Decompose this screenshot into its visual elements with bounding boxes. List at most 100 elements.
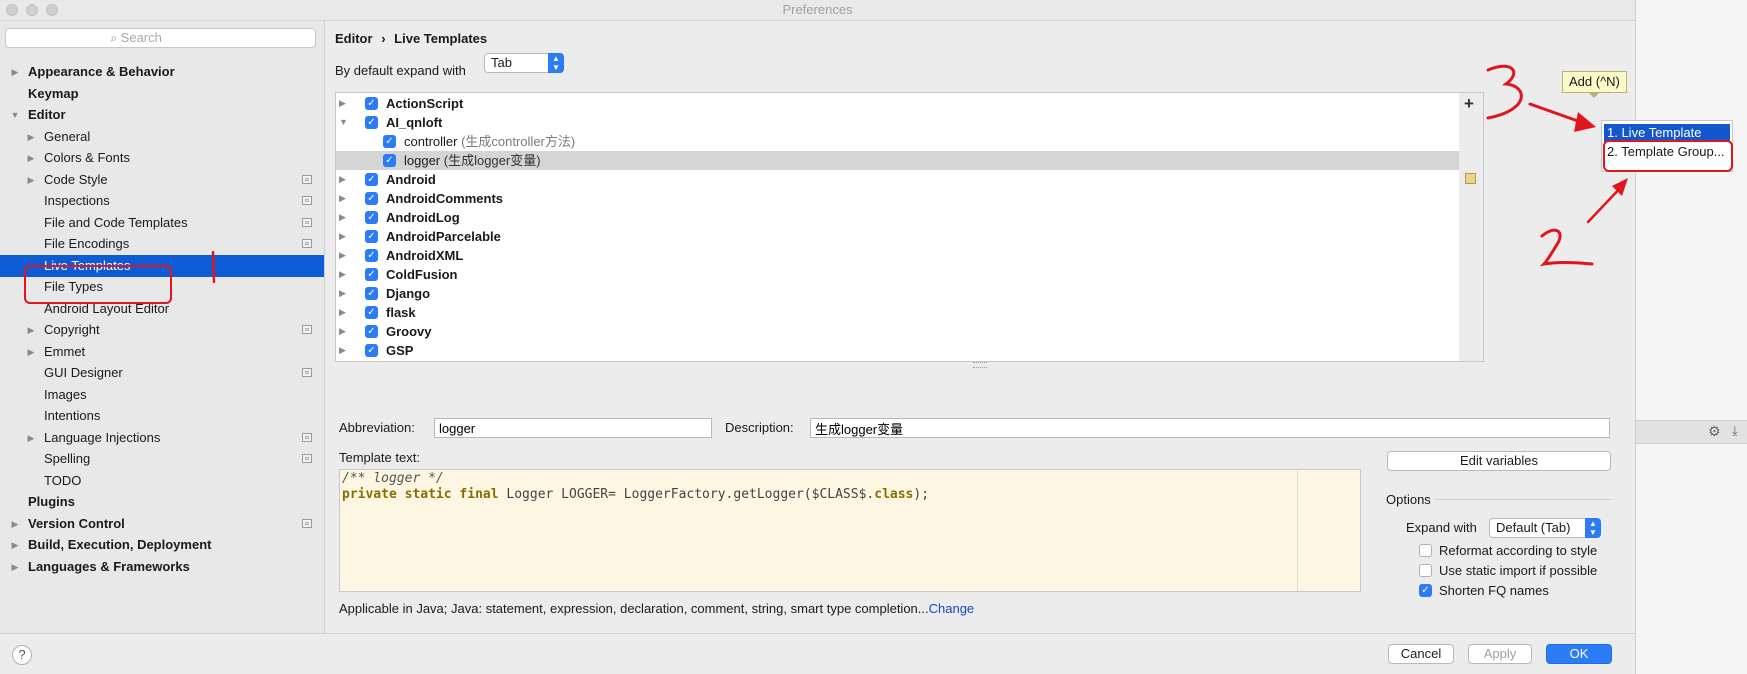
project-scope-icon xyxy=(302,432,312,442)
sidebar-item-emmet[interactable]: ▶ Emmet xyxy=(0,341,324,363)
template-checkbox[interactable]: ✓ xyxy=(365,173,378,186)
template-checkbox[interactable]: ✓ xyxy=(365,287,378,300)
sidebar-item-code-style[interactable]: ▶ Code Style xyxy=(0,169,324,191)
template-description: (生成controller方法) xyxy=(457,134,576,149)
sidebar-item-spelling[interactable]: Spelling xyxy=(0,448,324,470)
template-checkbox[interactable]: ✓ xyxy=(365,230,378,243)
sidebar-item-plugins[interactable]: Plugins xyxy=(0,491,324,513)
expand-with-select[interactable]: Default (Tab) ▲ ▼ xyxy=(1489,518,1601,538)
chevron-down-icon[interactable]: ▼ xyxy=(339,113,348,132)
templates-tree[interactable]: ▶ ✓ ActionScript ▼ ✓ AI_qnloft ✓ controller (生成… xyxy=(335,92,1461,362)
sidebar-item-gui-designer[interactable]: GUI Designer xyxy=(0,362,324,384)
template-row[interactable]: ✓ logger (生成logger变量) xyxy=(336,151,1460,170)
sidebar-item-colors-fonts[interactable]: ▶ Colors & Fonts xyxy=(0,147,324,169)
template-checkbox[interactable]: ✓ xyxy=(365,97,378,110)
apply-button[interactable]: Apply xyxy=(1468,644,1532,664)
template-group-row[interactable]: ▶ ✓ AndroidXML xyxy=(336,246,1460,265)
chevron-right-icon[interactable]: ▶ xyxy=(339,208,346,227)
template-checkbox[interactable]: ✓ xyxy=(365,306,378,319)
chevron-right-icon[interactable]: ▶ xyxy=(339,360,346,361)
change-contexts-link[interactable]: Change xyxy=(929,601,975,616)
sidebar-item-file-and-code-templates[interactable]: File and Code Templates xyxy=(0,212,324,234)
sidebar-item-inspections[interactable]: Inspections xyxy=(0,190,324,212)
chevron-right-icon[interactable]: ▶ xyxy=(26,341,36,363)
template-group-row[interactable]: ▶ ✓ GSP xyxy=(336,341,1460,360)
chevron-right-icon[interactable]: ▶ xyxy=(26,126,36,148)
chevron-right-icon[interactable]: ▶ xyxy=(339,227,346,246)
template-group-row[interactable]: ▶ ✓ AndroidParcelable xyxy=(336,227,1460,246)
sidebar-item-images[interactable]: Images xyxy=(0,384,324,406)
template-group-row[interactable]: ▶✓html/xml xyxy=(336,360,1460,361)
ok-button[interactable]: OK xyxy=(1546,644,1612,664)
search-input[interactable] xyxy=(120,30,211,45)
copy-icon[interactable] xyxy=(1465,173,1476,184)
template-checkbox[interactable]: ✓ xyxy=(365,344,378,357)
template-group-row[interactable]: ▶ ✓ flask xyxy=(336,303,1460,322)
template-group-row[interactable]: ▼ ✓ AI_qnloft xyxy=(336,113,1460,132)
chevron-right-icon[interactable]: ▶ xyxy=(339,322,346,341)
template-group-row[interactable]: ▶ ✓ ActionScript xyxy=(336,94,1460,113)
template-checkbox[interactable]: ✓ xyxy=(365,116,378,129)
sidebar-item-copyright[interactable]: ▶ Copyright xyxy=(0,319,324,341)
sidebar-item-appearance-behavior[interactable]: ▶ Appearance & Behavior xyxy=(0,61,324,83)
zoom-window-button[interactable] xyxy=(46,4,58,16)
template-checkbox[interactable]: ✓ xyxy=(383,154,396,167)
template-checkbox[interactable]: ✓ xyxy=(383,135,396,148)
template-group-row[interactable]: ▶ ✓ Groovy xyxy=(336,322,1460,341)
sidebar-item-intentions[interactable]: Intentions xyxy=(0,405,324,427)
sidebar-item-todo[interactable]: TODO xyxy=(0,470,324,492)
template-text-editor[interactable]: /** logger */ private static final Logge… xyxy=(339,469,1361,592)
template-checkbox[interactable]: ✓ xyxy=(365,268,378,281)
minimize-window-button[interactable] xyxy=(26,4,38,16)
option-checkbox[interactable] xyxy=(1419,564,1432,577)
chevron-right-icon[interactable]: ▶ xyxy=(339,341,346,360)
settings-search[interactable]: ⌕ xyxy=(5,28,316,48)
sidebar-item-version-control[interactable]: ▶ Version Control xyxy=(0,513,324,535)
chevron-right-icon[interactable]: ▶ xyxy=(339,94,346,113)
template-checkbox[interactable]: ✓ xyxy=(365,211,378,224)
description-field[interactable] xyxy=(810,418,1610,438)
template-group-row[interactable]: ▶ ✓ ColdFusion xyxy=(336,265,1460,284)
default-expand-select[interactable]: Tab ▲ ▼ xyxy=(484,53,564,73)
sidebar-item-language-injections[interactable]: ▶ Language Injections xyxy=(0,427,324,449)
chevron-right-icon[interactable]: ▶ xyxy=(10,556,20,578)
chevron-right-icon[interactable]: ▶ xyxy=(339,170,346,189)
sidebar-item-languages-frameworks[interactable]: ▶ Languages & Frameworks xyxy=(0,556,324,578)
template-group-row[interactable]: ▶ ✓ AndroidLog xyxy=(336,208,1460,227)
chevron-down-icon[interactable]: ▼ xyxy=(10,104,20,126)
template-name: logger xyxy=(404,153,441,168)
sidebar-item-editor[interactable]: ▼ Editor xyxy=(0,104,324,126)
cancel-button[interactable]: Cancel xyxy=(1388,644,1454,664)
chevron-right-icon[interactable]: ▶ xyxy=(26,147,36,169)
add-icon[interactable]: + xyxy=(1464,94,1474,114)
chevron-right-icon[interactable]: ▶ xyxy=(26,169,36,191)
close-window-button[interactable] xyxy=(6,4,18,16)
option-checkbox[interactable]: ✓ xyxy=(1419,584,1432,597)
chevron-right-icon[interactable]: ▶ xyxy=(10,513,20,535)
chevron-right-icon[interactable]: ▶ xyxy=(10,61,20,83)
chevron-right-icon[interactable]: ▶ xyxy=(339,189,346,208)
template-checkbox[interactable]: ✓ xyxy=(365,249,378,262)
chevron-right-icon[interactable]: ▶ xyxy=(339,284,346,303)
sidebar-item-general[interactable]: ▶ General xyxy=(0,126,324,148)
template-group-row[interactable]: ▶ ✓ AndroidComments xyxy=(336,189,1460,208)
splitter-handle[interactable] xyxy=(973,362,987,368)
template-checkbox[interactable]: ✓ xyxy=(365,192,378,205)
template-group-row[interactable]: ▶ ✓ Android xyxy=(336,170,1460,189)
template-checkbox[interactable]: ✓ xyxy=(365,325,378,338)
sidebar-item-build-execution-deployment[interactable]: ▶ Build, Execution, Deployment xyxy=(0,534,324,556)
chevron-right-icon[interactable]: ▶ xyxy=(339,246,346,265)
chevron-right-icon[interactable]: ▶ xyxy=(26,427,36,449)
edit-variables-button[interactable]: Edit variables xyxy=(1387,451,1611,471)
abbreviation-field[interactable] xyxy=(434,418,712,438)
help-button[interactable]: ? xyxy=(12,645,32,665)
sidebar-item-file-encodings[interactable]: File Encodings xyxy=(0,233,324,255)
chevron-right-icon[interactable]: ▶ xyxy=(10,534,20,556)
sidebar-item-keymap[interactable]: Keymap xyxy=(0,83,324,105)
chevron-right-icon[interactable]: ▶ xyxy=(26,319,36,341)
chevron-right-icon[interactable]: ▶ xyxy=(339,265,346,284)
chevron-right-icon[interactable]: ▶ xyxy=(339,303,346,322)
option-checkbox[interactable] xyxy=(1419,544,1432,557)
template-group-row[interactable]: ▶ ✓ Django xyxy=(336,284,1460,303)
template-row[interactable]: ✓ controller (生成controller方法) xyxy=(336,132,1460,151)
